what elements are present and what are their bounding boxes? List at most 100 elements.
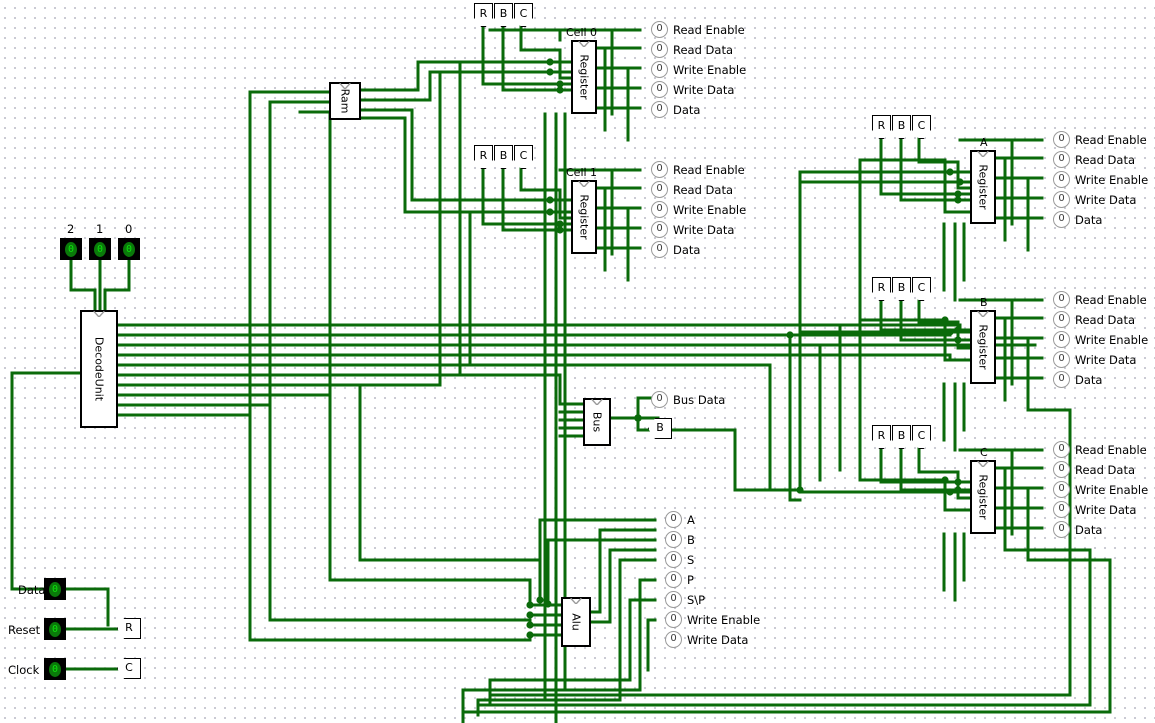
input-label-data: Data [18,583,46,597]
input-pin-label-0: 0 [125,222,133,236]
output-pin[interactable]: 0 [665,591,682,608]
output-pin[interactable]: 0 [651,241,668,258]
output-pin-label: Write Enable [1075,483,1149,497]
pin-value: 0 [49,581,61,597]
output-pin-label: Write Enable [687,613,761,627]
output-pin-label: Data [673,103,701,117]
component-bus[interactable]: Bus [583,398,611,446]
input-label-reset: Reset [8,623,41,637]
component-label: Alu [569,613,583,631]
clock-notch-icon [977,151,989,157]
output-pin[interactable]: 0 [1053,501,1070,518]
output-pin-label: Read Data [1075,153,1136,167]
output-pin-label: Read Enable [673,163,745,177]
output-pin[interactable]: 0 [665,511,682,528]
output-pin[interactable]: 0 [651,221,668,238]
output-pin[interactable]: 0 [651,21,668,38]
output-pin-label: Read Data [1075,463,1136,477]
output-pin[interactable]: 0 [651,101,668,118]
circuit-canvas: DecodeUnit Ram Bus Alu Cell 0 Register C… [0,0,1155,723]
pin-value: 0 [123,241,135,257]
input-pin-label-1: 1 [96,222,104,236]
output-pin[interactable]: 0 [665,531,682,548]
component-label: Register [577,54,591,100]
output-pin[interactable]: 0 [665,611,682,628]
component-label: DecodeUnit [92,336,106,402]
input-pin-clock[interactable]: 0 [44,658,66,680]
output-pin[interactable]: 0 [1053,311,1070,328]
output-pin-label: Read Data [1075,313,1136,327]
output-pin[interactable]: 0 [651,41,668,58]
output-pin-label: S [687,553,695,567]
component-caption-regc: C [980,446,988,459]
output-pin-label: Read Enable [1075,293,1147,307]
output-pin-label-bus-data: Bus Data [673,393,726,407]
component-alu[interactable]: Alu [561,597,591,647]
component-label: Bus [590,411,604,433]
component-decode-unit[interactable]: DecodeUnit [80,310,118,428]
clock-notch-icon [578,181,590,187]
output-pin[interactable]: 0 [665,571,682,588]
output-pin-label: Read Enable [1075,443,1147,457]
component-caption-cell0: Cell 0 [566,26,598,39]
output-pin[interactable]: 0 [1053,211,1070,228]
output-pin-label: Read Data [673,183,734,197]
output-pin[interactable]: 0 [1053,291,1070,308]
output-pin-bus-data[interactable]: 0 [651,391,668,408]
output-pin-label: Read Enable [673,23,745,37]
output-pin-label: Data [673,243,701,257]
component-label: Register [577,194,591,240]
component-label: Register [976,474,990,520]
output-pin[interactable]: 0 [1053,461,1070,478]
clock-notch-icon [570,598,582,604]
input-pin-reset[interactable]: 0 [44,618,66,640]
pin-value: 0 [65,241,77,257]
component-register-c[interactable]: Register [970,460,996,534]
component-label: Register [976,324,990,370]
input-pin-1[interactable]: 0 [89,238,111,260]
output-pin[interactable]: 0 [1053,191,1070,208]
output-pin[interactable]: 0 [651,181,668,198]
output-pin-label: Data [1075,213,1103,227]
component-register-cell0[interactable]: Register [571,40,597,114]
output-pin[interactable]: 0 [1053,521,1070,538]
pin-value: 0 [49,661,61,677]
output-pin[interactable]: 0 [1053,151,1070,168]
component-register-b[interactable]: Register [970,310,996,384]
output-pin[interactable]: 0 [665,551,682,568]
output-pin-label: Write Data [673,223,735,237]
component-ram[interactable]: Ram [329,82,361,120]
output-pin[interactable]: 0 [1053,131,1070,148]
output-pin-label: S\P [687,593,706,607]
clock-notch-icon [977,461,989,467]
output-pin[interactable]: 0 [1053,351,1070,368]
output-pin-label: Read Enable [1075,133,1147,147]
output-pin[interactable]: 0 [651,61,668,78]
output-pin-label: Write Data [673,83,735,97]
pin-value: 0 [94,241,106,257]
output-pin-label: A [687,513,695,527]
output-pin[interactable]: 0 [1053,371,1070,388]
component-register-cell1[interactable]: Register [571,180,597,254]
output-pin-label: Data [1075,523,1103,537]
output-pin-label: B [687,533,695,547]
output-pin[interactable]: 0 [665,631,682,648]
component-register-a[interactable]: Register [970,150,996,224]
output-pin-label: Write Enable [673,63,747,77]
output-pin-label: Write Enable [1075,173,1149,187]
output-pin[interactable]: 0 [1053,171,1070,188]
output-pin-label: Write Data [1075,193,1137,207]
component-label: Register [976,164,990,210]
input-pin-0[interactable]: 0 [118,238,140,260]
input-pin-2[interactable]: 0 [60,238,82,260]
output-pin-label: Write Enable [673,203,747,217]
output-pin-label: Write Data [687,633,749,647]
input-pin-data[interactable]: 0 [44,578,66,600]
output-pin[interactable]: 0 [1053,331,1070,348]
output-pin[interactable]: 0 [651,201,668,218]
component-caption-regb: B [980,296,988,309]
output-pin[interactable]: 0 [651,81,668,98]
output-pin[interactable]: 0 [1053,481,1070,498]
output-pin[interactable]: 0 [651,161,668,178]
output-pin[interactable]: 0 [1053,441,1070,458]
